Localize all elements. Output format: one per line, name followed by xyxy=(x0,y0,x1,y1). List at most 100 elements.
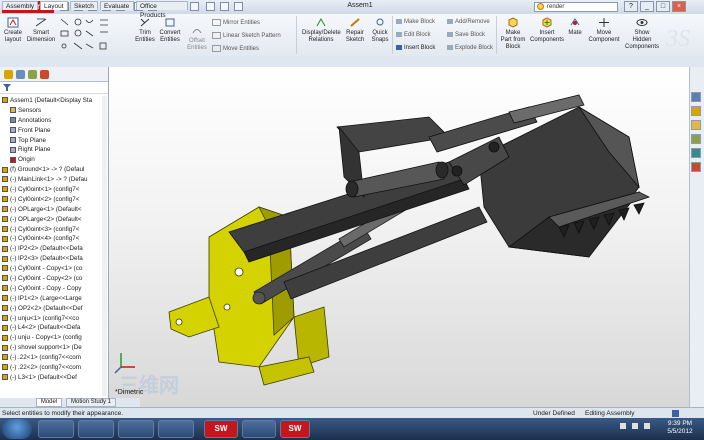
tree-item[interactable]: (-) unju - Copy<1> (config xyxy=(2,333,102,343)
tab-assembly[interactable]: Assembly xyxy=(2,1,38,10)
configuration-manager-icon[interactable] xyxy=(28,70,37,79)
panel-scrollbar[interactable] xyxy=(102,96,107,396)
edit-block-icon xyxy=(396,32,402,37)
trim-entities-button[interactable]: Trim Entities xyxy=(134,17,156,44)
part-icon xyxy=(2,314,8,321)
tree-item[interactable]: Origin xyxy=(2,155,102,165)
rebuild-status-icon[interactable] xyxy=(672,410,679,417)
close-button[interactable]: × xyxy=(672,1,686,12)
insert-block-button[interactable]: Insert Block xyxy=(396,45,435,51)
tree-item[interactable]: (-) MainLink<1> -> ? (Defau xyxy=(2,175,102,185)
file-explorer-icon[interactable] xyxy=(691,120,701,130)
insert-components-label-1: Insert xyxy=(539,30,555,36)
make-block-button[interactable]: Make Block xyxy=(396,19,435,25)
taskbar-solidworks-button-2[interactable]: SW xyxy=(280,420,310,438)
sketch-tools-grid[interactable] xyxy=(58,16,132,54)
tree-item[interactable]: (-) .22<1> (config7<<com xyxy=(2,353,102,363)
tree-item[interactable]: (-) Cyl0oint<3> (config7< xyxy=(2,225,102,235)
window-options-icon[interactable] xyxy=(234,2,243,11)
tray-volume-icon[interactable] xyxy=(632,423,638,429)
tree-item[interactable]: (-) Cyl0oint - Copy<1> (co xyxy=(2,264,102,274)
save-block-button[interactable]: Save Block xyxy=(447,32,485,38)
appearances-scenes-icon[interactable] xyxy=(691,162,701,172)
mate-button[interactable]: Mate xyxy=(566,17,584,37)
tree-item[interactable]: (-) Cyl0oint<2> (config7< xyxy=(2,195,102,205)
tree-item[interactable]: (-) IP2<2> (Default<<Defa xyxy=(2,244,102,254)
tree-item[interactable]: Right Plane xyxy=(2,145,102,155)
explode-block-button[interactable]: Explode Block xyxy=(447,45,493,51)
taskbar-media-button[interactable] xyxy=(118,420,154,438)
tab-model[interactable]: Model xyxy=(36,398,62,407)
property-manager-icon[interactable] xyxy=(16,70,25,79)
select-icon[interactable] xyxy=(190,2,199,11)
search-input[interactable]: render xyxy=(534,2,618,12)
mirror-entities-button[interactable]: Mirror Entities xyxy=(212,19,260,26)
tab-evaluate[interactable]: Evaluate xyxy=(100,1,134,10)
tree-item[interactable]: (-) Cyl0oint - Copy<2> (co xyxy=(2,274,102,284)
ellipse-icon xyxy=(100,19,108,26)
feature-manager-icon[interactable] xyxy=(4,70,13,79)
tab-office-products[interactable]: Office Products xyxy=(136,1,188,19)
tree-item[interactable]: Sensors xyxy=(2,106,102,116)
tab-motion-study[interactable]: Motion Study 1 xyxy=(66,398,116,407)
tray-flag-icon[interactable] xyxy=(644,423,650,429)
view-options-icon[interactable] xyxy=(220,2,229,11)
maximize-button[interactable]: □ xyxy=(656,1,670,12)
minimize-button[interactable]: _ xyxy=(640,1,654,12)
tree-item-label: (-) MainLink<1> -> ? (Defau xyxy=(10,176,88,184)
help-button[interactable]: ? xyxy=(624,1,638,12)
move-component-button[interactable]: Move Component xyxy=(588,17,620,44)
filter-icon[interactable] xyxy=(3,84,11,91)
tree-item[interactable]: (-) OP2<2> (Default<<Def xyxy=(2,304,102,314)
tree-item[interactable]: (-) Cyl0oint<4> (config7< xyxy=(2,234,102,244)
edit-block-button[interactable]: Edit Block xyxy=(396,32,431,38)
design-library-icon[interactable] xyxy=(691,106,701,116)
start-button[interactable] xyxy=(2,419,32,439)
search-results-icon[interactable] xyxy=(691,134,701,144)
offset-entities-button[interactable]: Offset Entities xyxy=(186,25,208,52)
taskbar-app-button[interactable] xyxy=(158,420,194,438)
taskbar-browser-button[interactable] xyxy=(78,420,114,438)
tree-item[interactable]: (-) OPLarge<2> (Default< xyxy=(2,215,102,225)
make-part-from-block-button[interactable]: Make Part from Block xyxy=(500,17,526,51)
create-layout-button[interactable]: Create layout xyxy=(2,17,24,44)
display-delete-relations-button[interactable]: Display/Delete Relations xyxy=(302,17,341,44)
quick-snaps-button[interactable]: Quick Snaps xyxy=(370,17,390,44)
system-clock[interactable]: 9:39 PM 5/5/2012 xyxy=(658,420,702,436)
file-properties-icon[interactable] xyxy=(206,2,215,11)
repair-sketch-button[interactable]: Repair Sketch xyxy=(344,17,366,44)
tree-item[interactable]: (f) Ground<1> -> ? (Defaul xyxy=(2,165,102,175)
tree-item[interactable]: Front Plane xyxy=(2,126,102,136)
loader-model[interactable]: 三维网 xyxy=(109,67,689,407)
tray-network-icon[interactable] xyxy=(620,423,626,429)
tab-layout[interactable]: Layout xyxy=(40,1,68,10)
linear-pattern-button[interactable]: Linear Sketch Pattern xyxy=(212,32,281,39)
tree-item[interactable]: (-) L4<2> (Default<<Defa xyxy=(2,323,102,333)
tab-sketch[interactable]: Sketch xyxy=(70,1,98,10)
taskbar-explorer-button[interactable] xyxy=(38,420,74,438)
insert-components-button[interactable]: Insert Components xyxy=(530,17,564,44)
convert-entities-button[interactable]: Convert Entities xyxy=(158,17,182,44)
graphics-area[interactable]: 三维网 *Dimetric xyxy=(109,67,689,407)
show-hidden-components-button[interactable]: Show Hidden Components xyxy=(624,17,660,51)
tree-item[interactable]: (-) OPLarge<1> (Default< xyxy=(2,205,102,215)
tree-item[interactable]: (-) Cyl0oint - Copy - Copy xyxy=(2,284,102,294)
tree-item[interactable]: (-) unju<1> (config7<<co xyxy=(2,314,102,324)
smart-dimension-button[interactable]: Smart Dimension xyxy=(26,17,56,44)
solidworks-resources-icon[interactable] xyxy=(691,92,701,102)
tree-item[interactable]: (-) Cyl0oint<1> (config7< xyxy=(2,185,102,195)
tree-item[interactable]: (-) .22<2> (config7<<com xyxy=(2,363,102,373)
view-palette-icon[interactable] xyxy=(691,148,701,158)
taskbar-tool-button[interactable] xyxy=(242,420,276,438)
tree-item[interactable]: (-) IP1<2> (Large<<Large xyxy=(2,294,102,304)
tree-item[interactable]: (-) shovel support<1> (De xyxy=(2,343,102,353)
move-entities-button[interactable]: Move Entities xyxy=(212,45,259,52)
add-remove-button[interactable]: Add/Remove xyxy=(447,19,490,25)
appearance-manager-icon[interactable] xyxy=(40,70,49,79)
tree-item[interactable]: Annotations xyxy=(2,116,102,126)
tree-item[interactable]: Top Plane xyxy=(2,136,102,146)
tree-item[interactable]: (-) L3<1> (Default<<Def xyxy=(2,373,102,383)
tree-item[interactable]: Assem1 (Default<Display Sta xyxy=(2,96,102,106)
tree-item[interactable]: (-) IP2<3> (Default<<Defa xyxy=(2,254,102,264)
taskbar-solidworks-button[interactable]: SW xyxy=(204,420,238,438)
